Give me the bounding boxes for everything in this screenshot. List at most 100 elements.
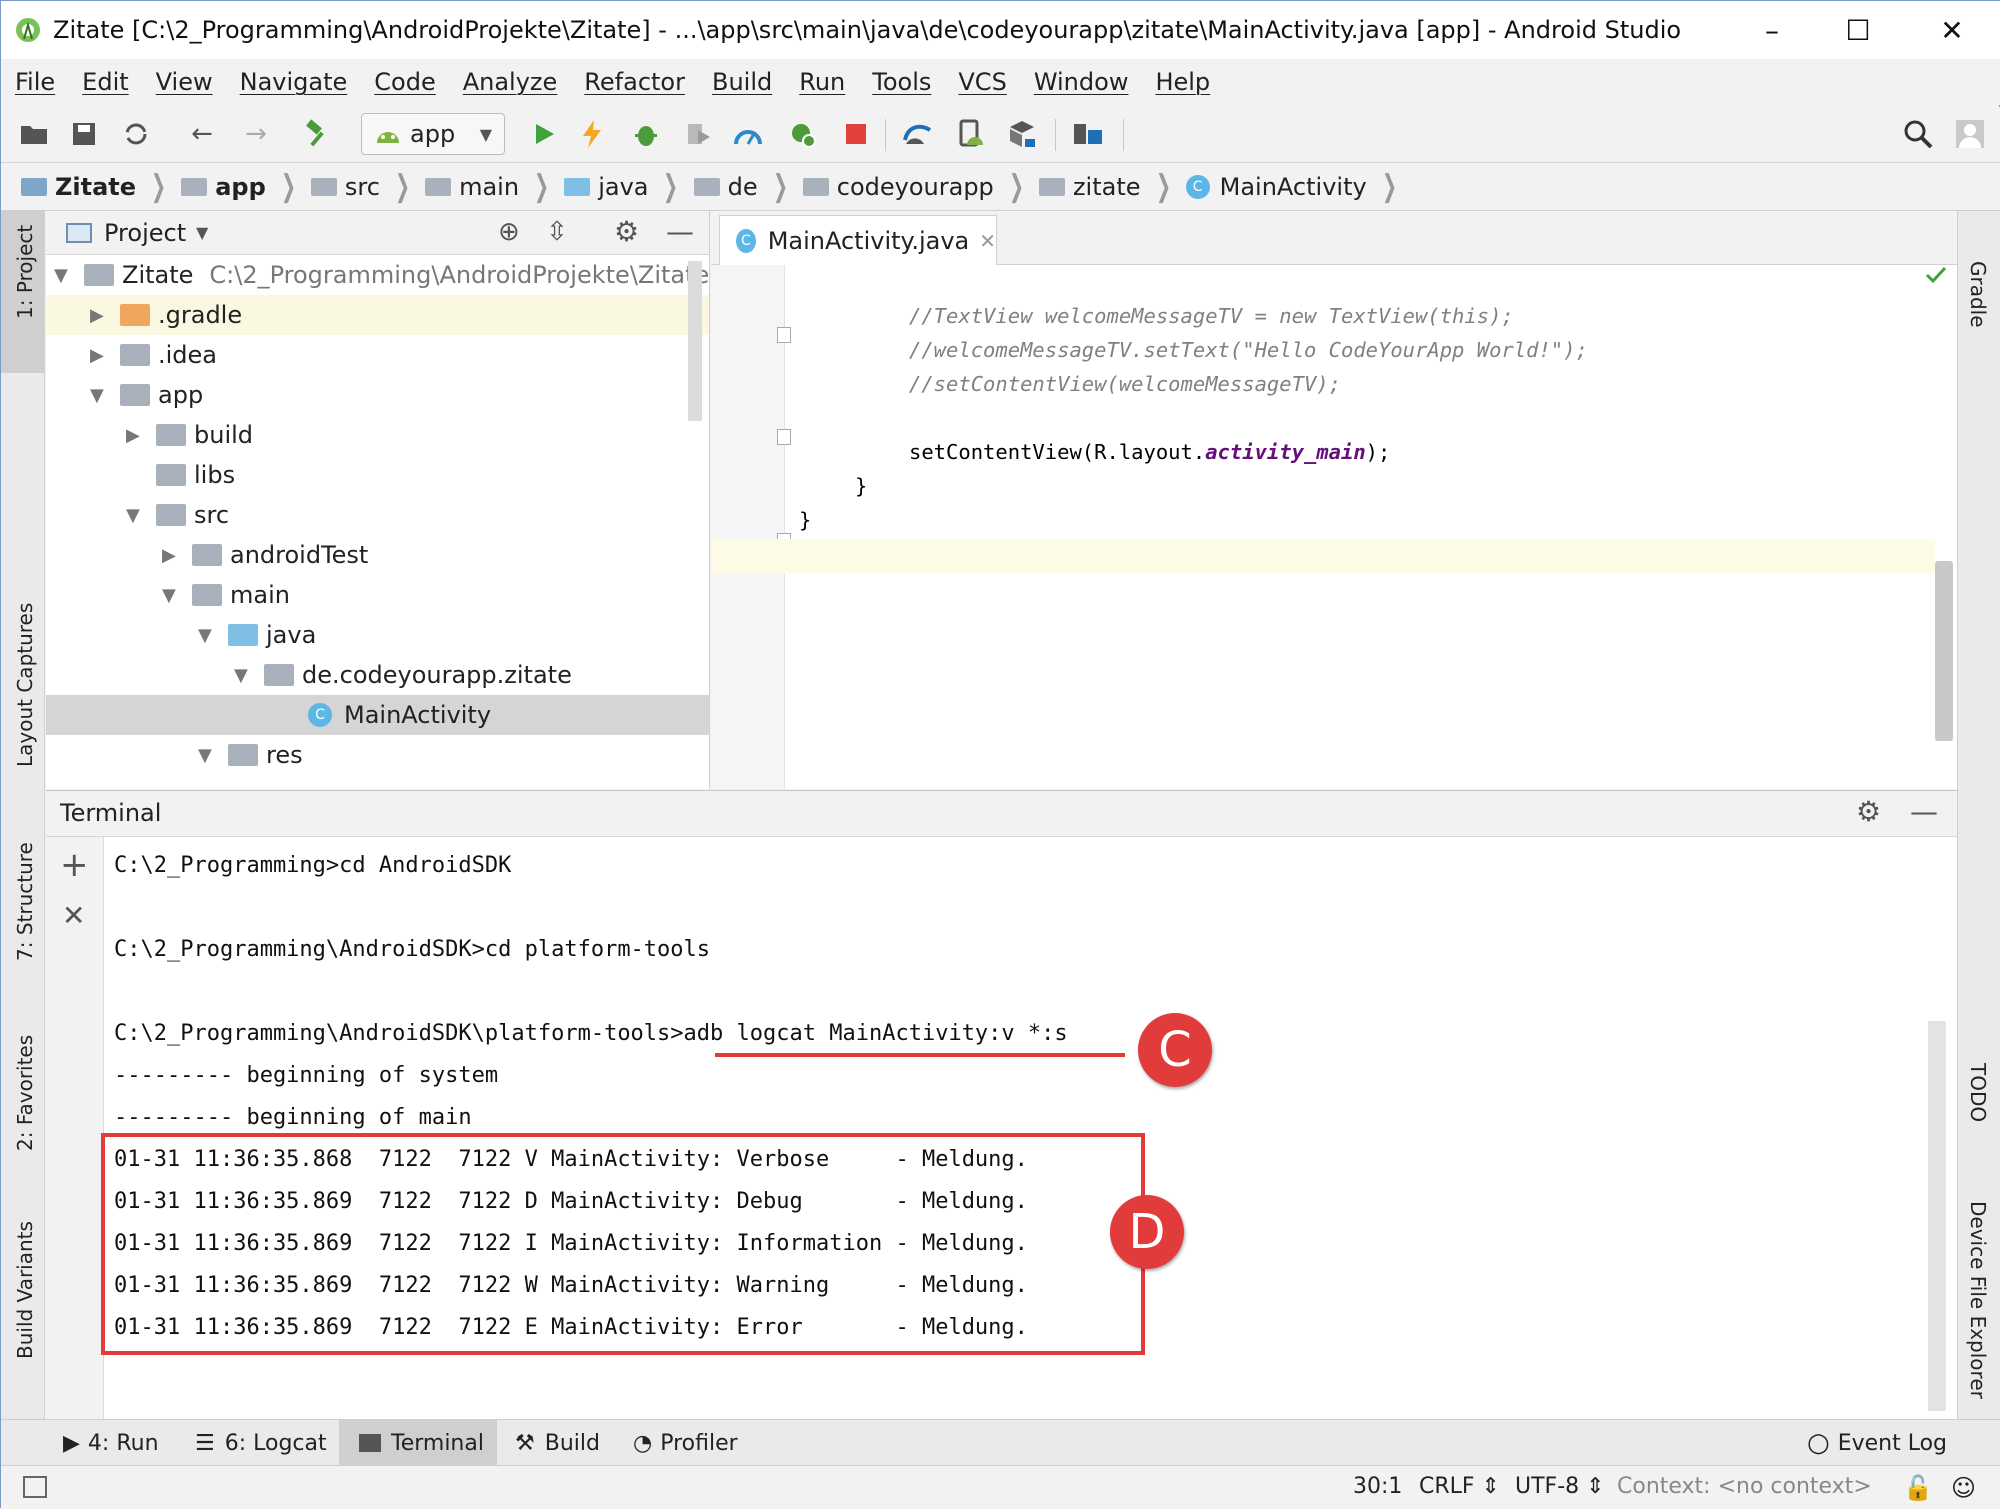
tool-tab-project[interactable]: 1: Project (13, 225, 37, 319)
terminal-scrollbar[interactable] (1928, 1021, 1946, 1411)
breadcrumb-de[interactable]: de ❯ (693, 169, 793, 204)
breadcrumb-zitate[interactable]: Zitate ❯ (21, 169, 171, 204)
code-line-5[interactable]: } (855, 474, 867, 498)
code-line-2[interactable]: //welcomeMessageTV.setText("Hello CodeYo… (909, 338, 1588, 362)
sdk-manager-icon[interactable] (1003, 115, 1041, 153)
tool-tab-logcat[interactable]: ☰ 6: Logcat (195, 1420, 327, 1466)
make-project-hammer-icon[interactable] (299, 115, 337, 153)
menu-run[interactable]: Run (799, 68, 845, 96)
caret-position[interactable]: 30:1 (1353, 1474, 1402, 1499)
close-tab-icon[interactable]: ✕ (979, 229, 996, 253)
collapse-all-icon[interactable]: ⇳ (546, 217, 568, 247)
breadcrumb-zitate-package[interactable]: zitate ❯ (1038, 169, 1176, 204)
menu-help[interactable]: Help (1155, 68, 1210, 96)
breadcrumb-app[interactable]: app ❯ (181, 169, 301, 204)
run-configuration-dropdown[interactable]: app ▼ (361, 113, 505, 155)
tree-item-app[interactable]: ▼ app (46, 375, 709, 415)
run-play-icon[interactable] (525, 115, 563, 153)
file-encoding[interactable]: UTF-8 ⇕ (1515, 1474, 1605, 1499)
breadcrumb-codeyourapp[interactable]: codeyourapp ❯ (802, 169, 1029, 204)
tool-tab-layout-captures[interactable]: Layout Captures (13, 603, 37, 767)
new-session-plus-icon[interactable]: + (60, 845, 89, 885)
maximize-button[interactable]: ☐ (1813, 1, 1903, 59)
menu-refactor[interactable]: Refactor (584, 68, 685, 96)
avd-manager-icon[interactable] (951, 115, 989, 153)
editor-tab-mainactivity[interactable]: C MainActivity.java ✕ (719, 215, 997, 265)
tool-tab-device-file-explorer[interactable]: Device File Explorer (1966, 1201, 1990, 1399)
inspector-face-icon[interactable]: ☺ (1951, 1474, 1976, 1502)
tool-tab-gradle[interactable]: Gradle (1966, 261, 1990, 328)
breadcrumb-main[interactable]: main ❯ (425, 169, 554, 204)
line-separator[interactable]: CRLF ⇕ (1419, 1474, 1500, 1499)
minimize-button[interactable]: – (1727, 1, 1817, 59)
tree-item-libs[interactable]: libs (46, 455, 709, 495)
tree-item-idea[interactable]: ▶ .idea (46, 335, 709, 375)
menu-analyze[interactable]: Analyze (463, 68, 558, 96)
profile-gauge-icon[interactable] (729, 115, 767, 153)
menu-navigate[interactable]: Navigate (240, 68, 348, 96)
tree-item-zitate[interactable]: ▼ Zitate C:\2_Programming\AndroidProjekte\… (46, 255, 709, 295)
lock-icon[interactable]: 🔓 (1903, 1474, 1933, 1502)
tool-tab-todo[interactable]: TODO (1966, 1063, 1990, 1122)
tree-item-mainactivity-selected[interactable]: C MainActivity (46, 695, 709, 735)
gear-icon[interactable]: ⚙ (614, 215, 639, 248)
code-line-1[interactable]: //TextView welcomeMessageTV = new TextVi… (909, 304, 1514, 328)
tool-tab-favorites[interactable]: 2: Favorites (13, 1035, 37, 1151)
close-button[interactable]: ✕ (1907, 1, 1997, 59)
locate-crosshair-icon[interactable]: ⊕ (498, 217, 520, 247)
menu-build[interactable]: Build (712, 68, 772, 96)
tool-tab-event-log[interactable]: ○ Event Log (1807, 1420, 1947, 1466)
menu-file[interactable]: File (15, 68, 55, 96)
menu-view[interactable]: View (156, 68, 213, 96)
tool-tab-build[interactable]: ⚒ Build (515, 1420, 600, 1466)
project-scrollbar[interactable] (688, 261, 702, 421)
menu-vcs[interactable]: VCS (958, 68, 1006, 96)
user-account-icon[interactable] (1951, 115, 1989, 153)
apply-changes-lightning-icon[interactable] (573, 115, 611, 153)
search-icon[interactable] (1899, 115, 1937, 153)
code-line-3[interactable]: //setContentView(welcomeMessageTV); (909, 372, 1341, 396)
tree-item-main[interactable]: ▼ main (46, 575, 709, 615)
close-session-icon[interactable]: ✕ (62, 899, 85, 932)
editor-scrollbar[interactable] (1935, 561, 1953, 741)
sync-gradle-icon[interactable] (899, 115, 937, 153)
tool-tab-run[interactable]: ▶ 4: Run (63, 1420, 159, 1466)
tool-tab-terminal-active[interactable]: Terminal (339, 1420, 497, 1466)
debug-gear-icon[interactable] (783, 115, 821, 153)
tree-item-build[interactable]: ▶ build (46, 415, 709, 455)
tree-item-res[interactable]: ▼ res (46, 735, 709, 775)
chevron-down-icon[interactable]: ▼ (196, 223, 208, 242)
fold-marker-icon[interactable] (777, 327, 791, 343)
menu-code[interactable]: Code (374, 68, 435, 96)
code-line-6[interactable]: } (799, 508, 811, 532)
project-view-label[interactable]: Project (104, 219, 186, 247)
menu-window[interactable]: Window (1034, 68, 1129, 96)
back-arrow-icon[interactable]: ← (183, 115, 221, 153)
open-folder-icon[interactable] (15, 115, 53, 153)
breadcrumb-java[interactable]: java ❯ (564, 169, 683, 204)
tool-tab-profiler[interactable]: ◔ Profiler (633, 1420, 738, 1466)
tool-windows-toggle-icon[interactable] (23, 1476, 47, 1498)
forward-arrow-icon[interactable]: → (237, 115, 275, 153)
menu-edit[interactable]: Edit (82, 68, 128, 96)
stop-icon[interactable] (837, 115, 875, 153)
menu-tools[interactable]: Tools (872, 68, 931, 96)
project-structure-icon[interactable] (1069, 115, 1107, 153)
tree-item-java[interactable]: ▼ java (46, 615, 709, 655)
breadcrumb-src[interactable]: src ❯ (310, 169, 415, 204)
tree-item-androidtest[interactable]: ▶ androidTest (46, 535, 709, 575)
sync-icon[interactable] (117, 115, 155, 153)
tree-item-gradle[interactable]: ▶ .gradle (46, 295, 709, 335)
hide-minus-icon[interactable]: — (666, 215, 694, 248)
fold-marker-icon[interactable] (777, 429, 791, 445)
code-line-4[interactable]: setContentView(R.layout.activity_main); (909, 440, 1390, 464)
breadcrumb-mainactivity[interactable]: C MainActivity ❯ (1185, 169, 1402, 204)
gear-icon[interactable]: ⚙ (1856, 795, 1881, 828)
tool-tab-structure[interactable]: 7: Structure (13, 842, 37, 961)
tree-item-src[interactable]: ▼ src (46, 495, 709, 535)
tool-tab-build-variants[interactable]: Build Variants (13, 1221, 37, 1359)
debug-bug-icon[interactable] (627, 115, 665, 153)
tree-item-package[interactable]: ▼ de.codeyourapp.zitate (46, 655, 709, 695)
hide-minus-icon[interactable]: — (1910, 795, 1938, 828)
save-icon[interactable] (65, 115, 103, 153)
